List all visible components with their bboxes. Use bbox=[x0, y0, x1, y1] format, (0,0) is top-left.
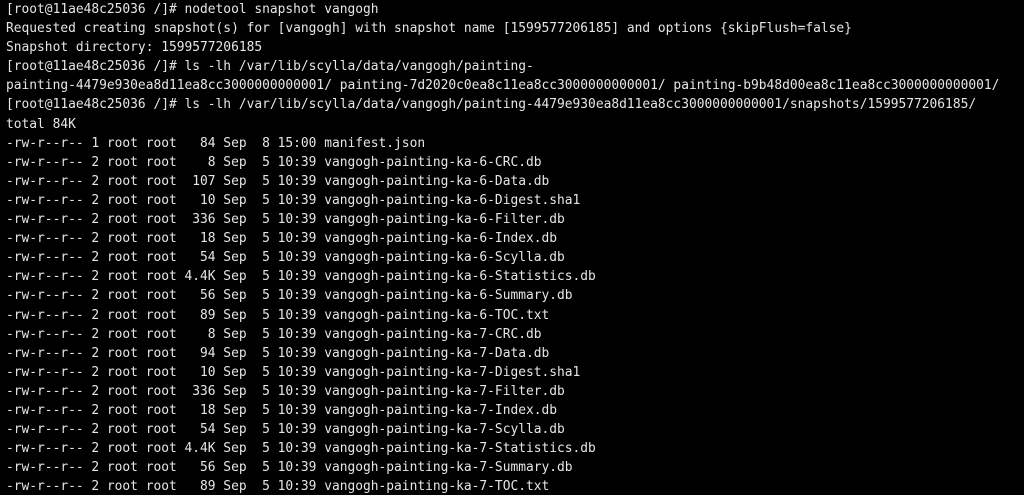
completion-output-line: painting-4479e930ea8d11ea8cc300000000000… bbox=[6, 78, 1000, 94]
total-line: total 84K bbox=[6, 116, 76, 132]
file-listing-row: -rw-r--r-- 2 root root 10 Sep 5 10:39 va… bbox=[6, 192, 581, 208]
file-listing-row: -rw-r--r-- 1 root root 84 Sep 8 15:00 ma… bbox=[6, 135, 426, 151]
output-line: Snapshot directory: 1599577206185 bbox=[6, 40, 263, 56]
file-listing-row: -rw-r--r-- 2 root root 336 Sep 5 10:39 v… bbox=[6, 383, 565, 399]
file-listing-row: -rw-r--r-- 2 root root 89 Sep 5 10:39 va… bbox=[6, 479, 550, 495]
file-listing-row: -rw-r--r-- 2 root root 94 Sep 5 10:39 va… bbox=[6, 345, 550, 361]
output-line: Requested creating snapshot(s) for [vang… bbox=[6, 21, 852, 37]
file-listing-row: -rw-r--r-- 2 root root 10 Sep 5 10:39 va… bbox=[6, 364, 581, 380]
file-listing-row: -rw-r--r-- 2 root root 54 Sep 5 10:39 va… bbox=[6, 422, 565, 438]
file-listing-row: -rw-r--r-- 2 root root 18 Sep 5 10:39 va… bbox=[6, 402, 558, 418]
file-listing-row: -rw-r--r-- 2 root root 56 Sep 5 10:39 va… bbox=[6, 288, 573, 304]
file-listing-row: -rw-r--r-- 2 root root 4.4K Sep 5 10:39 … bbox=[6, 269, 596, 285]
file-listing-row: -rw-r--r-- 2 root root 107 Sep 5 10:39 v… bbox=[6, 173, 550, 189]
file-listing-row: -rw-r--r-- 2 root root 8 Sep 5 10:39 van… bbox=[6, 326, 542, 342]
file-listing-row: -rw-r--r-- 2 root root 336 Sep 5 10:39 v… bbox=[6, 212, 565, 228]
prompt-line: [root@11ae48c25036 /]# nodetool snapshot… bbox=[6, 2, 379, 17]
terminal-window[interactable]: [root@11ae48c25036 /]# nodetool snapshot… bbox=[0, 0, 1024, 495]
file-listing-row: -rw-r--r-- 2 root root 54 Sep 5 10:39 va… bbox=[6, 250, 565, 266]
file-listing-row: -rw-r--r-- 2 root root 89 Sep 5 10:39 va… bbox=[6, 307, 550, 323]
prompt-line: [root@11ae48c25036 /]# ls -lh /var/lib/s… bbox=[6, 59, 534, 75]
file-listing-row: -rw-r--r-- 2 root root 56 Sep 5 10:39 va… bbox=[6, 460, 573, 476]
prompt-line: [root@11ae48c25036 /]# ls -lh /var/lib/s… bbox=[6, 97, 977, 113]
file-listing-row: -rw-r--r-- 2 root root 18 Sep 5 10:39 va… bbox=[6, 231, 558, 247]
file-listing-row: -rw-r--r-- 2 root root 8 Sep 5 10:39 van… bbox=[6, 154, 542, 170]
file-listing-row: -rw-r--r-- 2 root root 4.4K Sep 5 10:39 … bbox=[6, 441, 596, 457]
